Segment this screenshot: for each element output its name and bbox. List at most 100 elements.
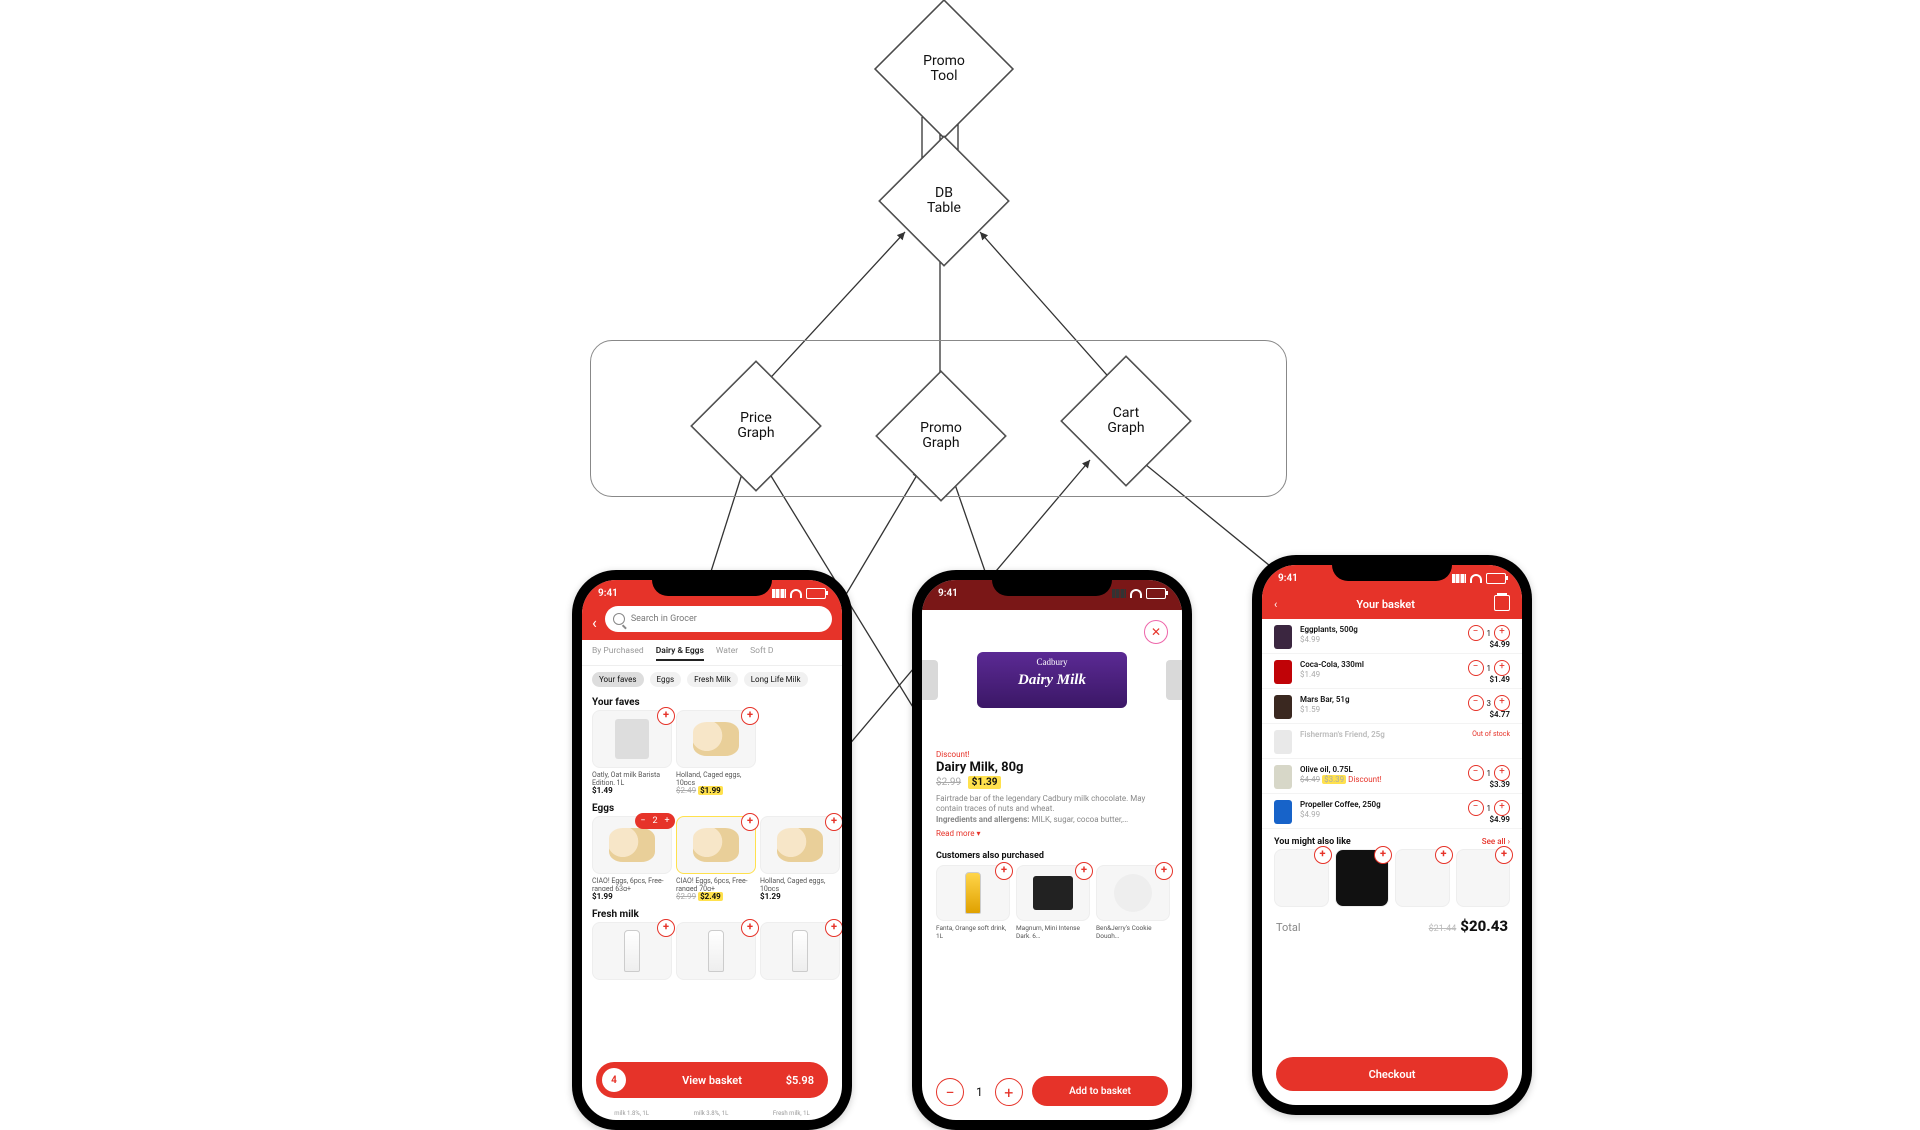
basket-item: Propeller Coffee, 250g$4.99 −1+ $4.99 [1262, 794, 1522, 829]
qty-value: 1 [976, 1085, 983, 1099]
also-row: +Fanta, Orange soft drink, 1L +Magnum, M… [936, 865, 1168, 938]
node-promo-tool: Promo Tool [875, 0, 1014, 138]
wifi-icon [1130, 589, 1142, 598]
wifi-icon [790, 589, 802, 598]
basket-count: 4 [602, 1068, 626, 1092]
node-db-table: DB Table [879, 136, 1009, 266]
qty-stepper[interactable]: − 1 + [936, 1078, 1023, 1106]
product-card[interactable]: + [1274, 849, 1329, 907]
product-description: Fairtrade bar of the legendary Cadbury m… [936, 794, 1168, 825]
product-card[interactable]: −2+ CIAO! Eggs, 6pcs, Free-ranged 63g+ $… [592, 816, 670, 901]
back-icon[interactable]: ‹ [592, 613, 597, 632]
product-card[interactable]: +Fanta, Orange soft drink, 1L [936, 865, 1008, 938]
section-title-faves: Your faves [582, 693, 842, 710]
basket-item: Mars Bar, 51g$1.59 −3+ $4.77 [1262, 689, 1522, 724]
battery-icon [1146, 588, 1166, 599]
product-title: Dairy Milk, 80g [936, 760, 1168, 775]
qty-stepper[interactable]: −1+ [1468, 800, 1511, 816]
discount-label: Discount! [936, 750, 1168, 759]
add-icon[interactable]: + [657, 707, 675, 725]
add-icon[interactable]: + [1374, 846, 1392, 864]
item-thumb [1274, 695, 1292, 719]
search-placeholder: Search in Grocer [631, 614, 697, 624]
basket-title: Your basket [1277, 598, 1494, 611]
product-card[interactable]: + [592, 922, 670, 980]
also-title: Customers also purchased [936, 851, 1168, 861]
item-thumb [1274, 625, 1292, 649]
product-card[interactable]: + CIAO! Eggs, 6pcs, Free-ranged 70g+ $2.… [676, 816, 754, 901]
out-of-stock-label: Out of stock [1472, 730, 1510, 738]
view-basket-button[interactable]: 4 View basket $5.98 [596, 1062, 828, 1098]
add-icon[interactable]: + [995, 862, 1013, 880]
milk-row: + + + [582, 922, 842, 984]
notch [1332, 555, 1452, 581]
product-card[interactable]: + Oatly, Oat milk Barista Edition, 1L $1… [592, 710, 670, 795]
product-card[interactable]: +Ben&Jerry's Cookie Dough… [1096, 865, 1168, 938]
phone-basket: 9:41 ‹ Your basket Eggplants, 500g$4.99 … [1252, 555, 1532, 1115]
faves-row: + Oatly, Oat milk Barista Edition, 1L $1… [582, 710, 842, 799]
qty-plus[interactable]: + [995, 1078, 1023, 1106]
product-card[interactable]: + [1395, 849, 1450, 907]
chip-fresh-milk[interactable]: Fresh Milk [687, 672, 738, 687]
add-icon[interactable]: + [657, 919, 675, 937]
chip-longlife[interactable]: Long Life Milk [744, 672, 808, 687]
add-icon[interactable]: + [741, 919, 759, 937]
add-icon[interactable]: + [741, 707, 759, 725]
add-icon[interactable]: + [1495, 846, 1513, 864]
add-icon[interactable]: + [741, 813, 759, 831]
phone-listing: 9:41 ‹ Search in Grocer By Purchased Dai… [572, 570, 852, 1130]
product-card[interactable]: + [1335, 849, 1390, 907]
tab-soft[interactable]: Soft D [750, 646, 773, 661]
item-thumb [1274, 765, 1292, 789]
product-card[interactable]: + Holland, Caged eggs, 10pcs $2.49$1.99 [676, 710, 754, 795]
filter-chips: Your faves Eggs Fresh Milk Long Life Mil… [582, 666, 842, 693]
product-card[interactable]: + [760, 922, 838, 980]
signal-icon [1112, 589, 1126, 598]
tab-water[interactable]: Water [716, 646, 738, 661]
add-to-basket-button[interactable]: Add to basket [1032, 1076, 1168, 1106]
product-card[interactable]: + [1456, 849, 1511, 907]
search-icon [613, 613, 625, 625]
add-icon[interactable]: + [825, 813, 842, 831]
tab-purchased[interactable]: By Purchased [592, 646, 644, 661]
add-icon[interactable]: + [825, 919, 842, 937]
product-card[interactable]: +Magnum, Mini Intense Dark, 6… [1016, 865, 1088, 938]
qty-stepper[interactable]: −3+ [1468, 695, 1511, 711]
add-icon[interactable]: + [1314, 846, 1332, 864]
trash-icon[interactable] [1494, 595, 1510, 611]
search-input[interactable]: Search in Grocer [605, 606, 832, 632]
add-icon[interactable]: + [1435, 846, 1453, 864]
read-more-link[interactable]: Read more ▾ [936, 829, 980, 838]
qty-stepper[interactable]: −2+ [635, 813, 675, 829]
signal-icon [1452, 574, 1466, 583]
item-thumb [1274, 660, 1292, 684]
section-title-eggs: Eggs [582, 799, 842, 816]
chip-eggs[interactable]: Eggs [650, 672, 682, 687]
gallery-next[interactable] [1166, 660, 1182, 700]
recommend-row: + + + + [1262, 849, 1522, 907]
qty-stepper[interactable]: −1+ [1468, 660, 1511, 676]
add-icon[interactable]: + [1075, 862, 1093, 880]
price-block: $2.99 $1.39 [936, 777, 1168, 788]
section-title-milk: Fresh milk [582, 905, 842, 922]
close-icon[interactable]: ✕ [1144, 620, 1168, 644]
basket-total: $5.98 [786, 1074, 814, 1087]
status-time: 9:41 [938, 588, 958, 599]
product-image: Cadbury Dairy Milk [977, 652, 1127, 708]
phone-product-detail: 9:41 ✕ Cadbury Dairy Milk Discount! Dair… [912, 570, 1192, 1130]
add-icon[interactable]: + [1155, 862, 1173, 880]
basket-item-unavailable: Fisherman's Friend, 25g Out of stock [1262, 724, 1522, 759]
qty-stepper[interactable]: −1+ [1468, 625, 1511, 641]
category-tabs: By Purchased Dairy & Eggs Water Soft D [582, 640, 842, 666]
product-card[interactable]: + [676, 922, 754, 980]
gallery-prev[interactable] [922, 660, 938, 700]
tab-dairy[interactable]: Dairy & Eggs [656, 646, 704, 661]
checkout-button[interactable]: Checkout [1276, 1057, 1508, 1091]
product-card[interactable]: + Holland, Caged eggs, 10pcs $1.29 [760, 816, 838, 901]
signal-icon [772, 589, 786, 598]
basket-total-row: Total $21.44$20.43 [1262, 907, 1522, 935]
chip-faves[interactable]: Your faves [592, 672, 644, 687]
qty-minus[interactable]: − [936, 1078, 964, 1106]
qty-stepper[interactable]: −1+ [1468, 765, 1511, 781]
item-thumb [1274, 730, 1292, 754]
